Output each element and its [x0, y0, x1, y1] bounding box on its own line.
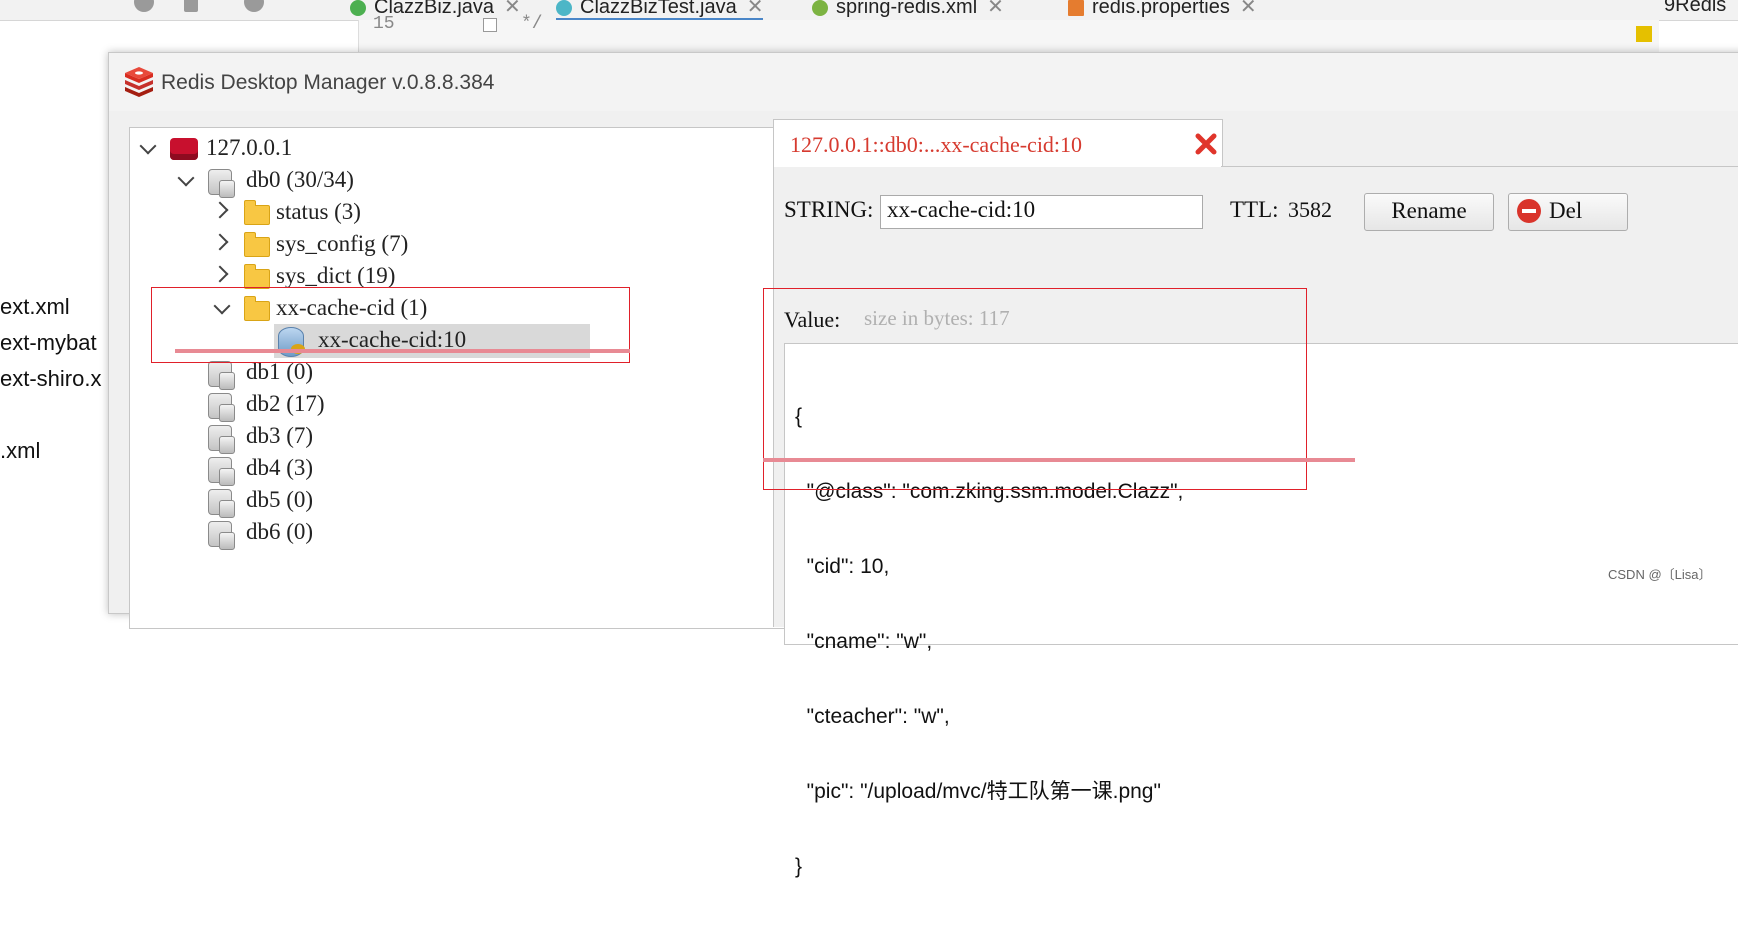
tree-item-db[interactable]: db3 (7) [130, 420, 795, 454]
key-type-label: STRING: [784, 197, 874, 222]
database-icon [208, 457, 235, 486]
database-icon [208, 361, 235, 390]
tab-key[interactable]: 127.0.0.1::db0:...xx-cache-cid:10 [773, 119, 1223, 168]
database-icon [208, 169, 235, 198]
close-icon[interactable]: ✕ [747, 0, 764, 18]
project-file[interactable]: ext-shiro.x [0, 366, 101, 392]
tree-item-db[interactable]: db4 (3) [130, 452, 795, 486]
ide-tab-bar: ClazzBiz.java ✕ ClazzBizTest.java ✕ spring… [0, 0, 1738, 21]
ttl-value: 3582 [1288, 197, 1332, 222]
fold-icon[interactable] [483, 18, 497, 32]
value-line: "cid": 10, [795, 555, 890, 578]
tree-item-db0[interactable]: db0 (30/34) [130, 164, 795, 198]
ide-toolbar-icon[interactable] [134, 0, 154, 12]
value-line: } [795, 855, 803, 878]
folder-icon [244, 200, 270, 225]
java-class-icon [556, 0, 572, 16]
connection-tree[interactable]: 127.0.0.1 db0 (30/34) status (3) sys_con… [129, 127, 796, 629]
value-line: "cname": "w", [795, 630, 933, 653]
project-file[interactable]: .xml [0, 438, 40, 464]
code-comment: */ [521, 14, 543, 34]
java-class-icon [350, 0, 366, 16]
spring-xml-icon [812, 0, 828, 16]
warning-marker-icon[interactable] [1636, 26, 1652, 42]
value-line: "cteacher": "w", [795, 705, 950, 728]
redis-logo-icon [125, 67, 153, 97]
chevron-right-icon[interactable] [211, 201, 229, 219]
chevron-down-icon[interactable] [177, 169, 195, 187]
database-icon [208, 393, 235, 422]
chevron-down-icon[interactable] [139, 137, 157, 155]
tree-item-namespace[interactable]: sys_config (7) [130, 228, 795, 262]
properties-icon [1068, 0, 1084, 16]
annotation-underline [763, 458, 1355, 462]
ide-tab[interactable]: spring-redis.xml ✕ [812, 0, 1004, 18]
value-line: "pic": "/upload/mvc/特工队第一课.png" [795, 780, 1161, 803]
close-icon[interactable]: ✕ [504, 0, 521, 18]
ide-tab[interactable]: redis.properties ✕ [1068, 0, 1257, 18]
close-icon[interactable]: ✕ [987, 0, 1004, 18]
project-file[interactable]: ext.xml [0, 294, 70, 320]
key-name-field[interactable]: xx-cache-cid:10 [880, 195, 1203, 229]
delete-button[interactable]: Del [1508, 193, 1628, 231]
ttl-label: TTL: [1230, 197, 1279, 222]
title-bar[interactable]: Redis Desktop Manager v.0.8.8.384 [109, 53, 1738, 111]
folder-icon [244, 232, 270, 257]
gear-icon[interactable] [244, 0, 264, 12]
annotation-underline [175, 349, 630, 353]
rename-button[interactable]: Rename [1364, 193, 1494, 231]
tree-item-server[interactable]: 127.0.0.1 [130, 132, 795, 166]
rdm-window: Redis Desktop Manager v.0.8.8.384 127.0.… [108, 52, 1738, 878]
ide-editor-gutter: 15 */ [358, 14, 1659, 52]
chevron-right-icon[interactable] [211, 265, 229, 283]
tree-item-db[interactable]: db2 (17) [130, 388, 795, 422]
redis-server-icon [170, 138, 198, 160]
line-number: 15 [373, 14, 395, 34]
tree-item-db[interactable]: db6 (0) [130, 516, 795, 550]
folder-icon [244, 264, 270, 289]
ide-tab-right[interactable]: 9Redis [1664, 0, 1726, 18]
window-title: Redis Desktop Manager v.0.8.8.384 [161, 71, 495, 94]
database-icon [208, 521, 235, 550]
close-icon[interactable] [1194, 132, 1218, 156]
database-icon [208, 489, 235, 518]
close-icon[interactable]: ✕ [1240, 0, 1257, 18]
project-file[interactable]: ext-mybat [0, 330, 97, 356]
tree-item-namespace[interactable]: status (3) [130, 196, 795, 230]
database-icon [208, 425, 235, 454]
delete-icon [1517, 198, 1541, 223]
watermark: CSDN @〔Lisa〕 [1608, 567, 1712, 582]
tree-item-db[interactable]: db5 (0) [130, 484, 795, 518]
chevron-right-icon[interactable] [211, 233, 229, 251]
ide-toolbar-icon[interactable] [184, 0, 198, 12]
ide-tab-active[interactable]: ClazzBizTest.java ✕ [556, 0, 764, 20]
